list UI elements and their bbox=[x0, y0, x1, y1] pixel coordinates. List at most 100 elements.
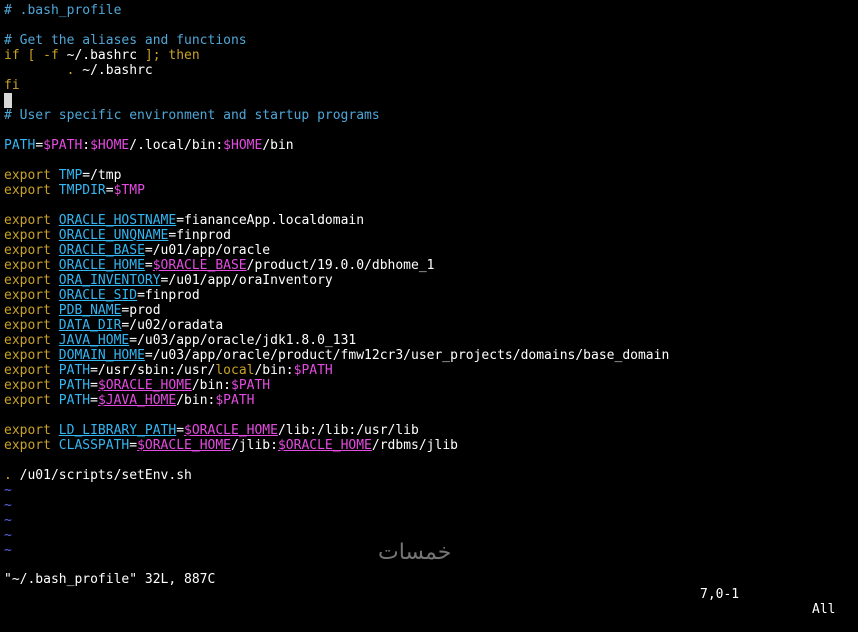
code-token: /bin: bbox=[176, 393, 216, 408]
code-token: PATH bbox=[4, 138, 36, 153]
status-cursor-position: 7,0-1 bbox=[700, 587, 740, 602]
code-token: =/u03/app/oracle/product/fmw12cr3/user_p… bbox=[144, 348, 670, 363]
empty-line-marker: ~ bbox=[4, 513, 12, 528]
editor-line[interactable] bbox=[4, 123, 858, 138]
code-token: export bbox=[4, 393, 51, 408]
status-file-info: "~/.bash_profile" 32L, 887C bbox=[4, 572, 216, 587]
code-token: # User specific environment and startup … bbox=[4, 108, 380, 123]
editor-line[interactable] bbox=[4, 18, 858, 33]
code-token: =/usr/sbin:/usr/ bbox=[90, 363, 216, 378]
code-token: export bbox=[4, 378, 51, 393]
editor-line[interactable]: # Get the aliases and functions bbox=[4, 33, 858, 48]
editor-line[interactable]: export LD_LIBRARY_PATH=$ORACLE_HOME/lib:… bbox=[4, 423, 858, 438]
editor-line[interactable] bbox=[4, 198, 858, 213]
code-token: PATH bbox=[58, 363, 91, 378]
code-token: $ORACLE_HOME bbox=[184, 423, 278, 438]
editor-line[interactable]: PATH=$PATH:$HOME/.local/bin:$HOME/bin bbox=[4, 138, 858, 153]
editor-line[interactable]: export DOMAIN_HOME=/u03/app/oracle/produ… bbox=[4, 348, 858, 363]
code-token: export bbox=[4, 243, 51, 258]
code-token: export bbox=[4, 423, 51, 438]
empty-line-marker: ~ bbox=[4, 498, 12, 513]
editor-line[interactable]: . /u01/scripts/setEnv.sh bbox=[4, 468, 858, 483]
editor-line[interactable]: export PATH=/usr/sbin:/usr/local/bin:$PA… bbox=[4, 363, 858, 378]
code-token: export bbox=[4, 168, 51, 183]
code-token: -f bbox=[43, 48, 59, 63]
editor-line[interactable] bbox=[4, 408, 858, 423]
editor-line[interactable]: export ORACLE_HOSTNAME=fiananceApp.local… bbox=[4, 213, 858, 228]
code-token: DOMAIN_HOME bbox=[58, 348, 145, 363]
editor-line[interactable] bbox=[4, 453, 858, 468]
editor-line[interactable]: fi bbox=[4, 78, 858, 93]
code-token: $ORACLE_HOME bbox=[97, 378, 192, 393]
editor-line[interactable]: export ORACLE_UNQNAME=finprod bbox=[4, 228, 858, 243]
code-token: /bin: bbox=[191, 378, 231, 393]
status-scroll-indicator: All bbox=[812, 602, 836, 617]
code-token: $ORACLE_HOME bbox=[277, 438, 372, 453]
code-token: $PATH bbox=[43, 138, 83, 153]
editor-line[interactable]: export ORA_INVENTORY=/u01/app/oraInvento… bbox=[4, 273, 858, 288]
editor-line[interactable] bbox=[4, 153, 858, 168]
code-token: ORACLE_HOSTNAME bbox=[58, 213, 177, 228]
editor-line[interactable]: export TMPDIR=$TMP bbox=[4, 183, 858, 198]
code-token: ORACLE_HOME bbox=[58, 258, 145, 273]
editor-line[interactable]: ~ bbox=[4, 513, 858, 528]
editor-line[interactable]: if [ -f ~/.bashrc ]; then bbox=[4, 48, 858, 63]
editor-buffer[interactable]: # .bash_profile # Get the aliases and fun… bbox=[4, 3, 858, 558]
code-token: PATH bbox=[58, 378, 91, 393]
code-token: = bbox=[176, 423, 185, 438]
code-token: $HOME bbox=[223, 138, 263, 153]
editor-line[interactable]: export ORACLE_BASE=/u01/app/oracle bbox=[4, 243, 858, 258]
editor-line[interactable]: export PDB_NAME=prod bbox=[4, 303, 858, 318]
editor-line[interactable]: export CLASSPATH=$ORACLE_HOME/jlib:$ORAC… bbox=[4, 438, 858, 453]
code-token: ORACLE_UNQNAME bbox=[58, 228, 169, 243]
editor-line[interactable]: export ORACLE_HOME=$ORACLE_BASE/product/… bbox=[4, 258, 858, 273]
code-token: /rdbms/jlib bbox=[371, 438, 458, 453]
code-token: App.localdomain bbox=[246, 213, 365, 228]
code-token: export bbox=[4, 228, 51, 243]
editor-line[interactable]: export PATH=$JAVA_HOME/bin:$PATH bbox=[4, 393, 858, 408]
code-token: export bbox=[4, 213, 51, 228]
editor-line[interactable]: export JAVA_HOME=/u03/app/oracle/jdk1.8.… bbox=[4, 333, 858, 348]
code-token: ~/.bashrc bbox=[82, 63, 153, 78]
code-token: export bbox=[4, 258, 51, 273]
editor-line[interactable]: export PATH=$ORACLE_HOME/bin:$PATH bbox=[4, 378, 858, 393]
editor-line[interactable]: export TMP=/tmp bbox=[4, 168, 858, 183]
code-token: PDB_NAME bbox=[58, 303, 122, 318]
code-token: if bbox=[4, 48, 20, 63]
code-token: = bbox=[105, 183, 114, 198]
code-token: PATH bbox=[58, 393, 91, 408]
editor-line[interactable]: export ORACLE_SID=finprod bbox=[4, 288, 858, 303]
code-token: export bbox=[4, 438, 51, 453]
code-token: = bbox=[129, 438, 138, 453]
code-token: [ bbox=[19, 48, 44, 63]
code-token: =finprod bbox=[168, 228, 231, 243]
code-token: LD_LIBRARY_PATH bbox=[58, 423, 177, 438]
code-token: JAVA_HOME bbox=[58, 333, 130, 348]
code-token: : bbox=[82, 138, 91, 153]
code-token: local bbox=[215, 363, 255, 378]
editor-line[interactable] bbox=[4, 93, 858, 108]
editor-line[interactable]: # User specific environment and startup … bbox=[4, 108, 858, 123]
code-token: = bbox=[90, 378, 98, 393]
editor-line[interactable]: # .bash_profile bbox=[4, 3, 858, 18]
text-cursor bbox=[4, 93, 12, 108]
code-token: $TMP bbox=[113, 183, 145, 198]
editor-line[interactable]: export DATA_DIR=/u02/oradata bbox=[4, 318, 858, 333]
code-token: /product/19.0.0/dbhome_1 bbox=[246, 258, 435, 273]
editor-line[interactable]: . ~/.bashrc bbox=[4, 63, 858, 78]
editor-line[interactable]: ~ bbox=[4, 483, 858, 498]
code-token: ORACLE_SID bbox=[58, 288, 138, 303]
code-token: DATA_DIR bbox=[58, 318, 122, 333]
code-token: ORA_INVENTORY bbox=[58, 273, 161, 288]
code-token: CLASSPATH bbox=[58, 438, 130, 453]
code-token: =/tmp bbox=[82, 168, 122, 183]
code-token: /.local/bin: bbox=[129, 138, 224, 153]
terminal-window[interactable]: # .bash_profile # Get the aliases and fun… bbox=[0, 0, 858, 617]
editor-line[interactable]: ~ bbox=[4, 498, 858, 513]
